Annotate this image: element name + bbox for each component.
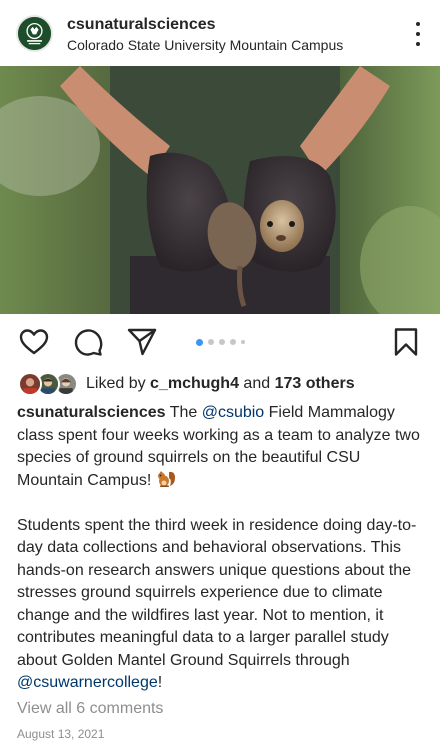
caption-text: ! <box>157 674 163 691</box>
likes-summary: Liked by c_mchugh4 and 173 others <box>86 375 355 393</box>
heart-icon <box>19 329 49 355</box>
comment-bubble-icon <box>74 329 103 356</box>
post-header: csunaturalsciences Colorado State Univer… <box>0 0 440 66</box>
post-caption: csunaturalsciences The @csubio Field Mam… <box>17 402 427 695</box>
action-bar <box>0 314 440 370</box>
caption-text: The <box>165 404 202 421</box>
mention-link[interactable]: @csuwarnercollege <box>17 674 158 691</box>
share-button[interactable] <box>126 326 158 358</box>
mention-link[interactable]: @csubio <box>202 404 265 421</box>
liked-by-user[interactable]: c_mchugh4 <box>150 375 239 392</box>
likes-row[interactable]: Liked by c_mchugh4 and 173 others <box>18 372 355 396</box>
comment-button[interactable] <box>72 326 104 358</box>
carousel-dot <box>241 340 245 344</box>
post-username[interactable]: csunaturalsciences <box>67 16 216 34</box>
like-button[interactable] <box>18 326 50 358</box>
bookmark-icon <box>394 328 418 356</box>
liker-avatars <box>18 372 80 396</box>
carousel-indicator <box>196 338 245 346</box>
caption-text: Students spent the third week in residen… <box>17 516 417 669</box>
likes-others-count[interactable]: 173 others <box>275 375 355 392</box>
carousel-dot <box>208 339 214 345</box>
liker-avatar <box>18 372 42 396</box>
likes-prefix: Liked by <box>86 375 151 392</box>
carousel-dot <box>219 339 225 345</box>
post-photo[interactable] <box>0 66 440 314</box>
carousel-dot <box>230 339 236 345</box>
caption-author[interactable]: csunaturalsciences <box>17 404 166 421</box>
caption-paragraph-1: csunaturalsciences The @csubio Field Mam… <box>17 402 427 492</box>
post-location[interactable]: Colorado State University Mountain Campu… <box>67 37 343 53</box>
caption-paragraph-2: Students spent the third week in residen… <box>17 515 427 695</box>
likes-conjunction: and <box>238 375 275 392</box>
squirrel-photo-image <box>0 66 440 314</box>
csu-logo-icon <box>18 17 51 50</box>
view-all-comments-link[interactable]: View all 6 comments <box>17 700 163 718</box>
post-date: August 13, 2021 <box>17 727 105 741</box>
paper-plane-icon <box>127 328 157 356</box>
carousel-dot-active <box>196 338 203 346</box>
more-options-icon[interactable] <box>414 22 422 46</box>
squirrel-emoji-icon <box>156 470 176 488</box>
save-button[interactable] <box>390 326 422 358</box>
profile-avatar[interactable] <box>16 15 53 52</box>
